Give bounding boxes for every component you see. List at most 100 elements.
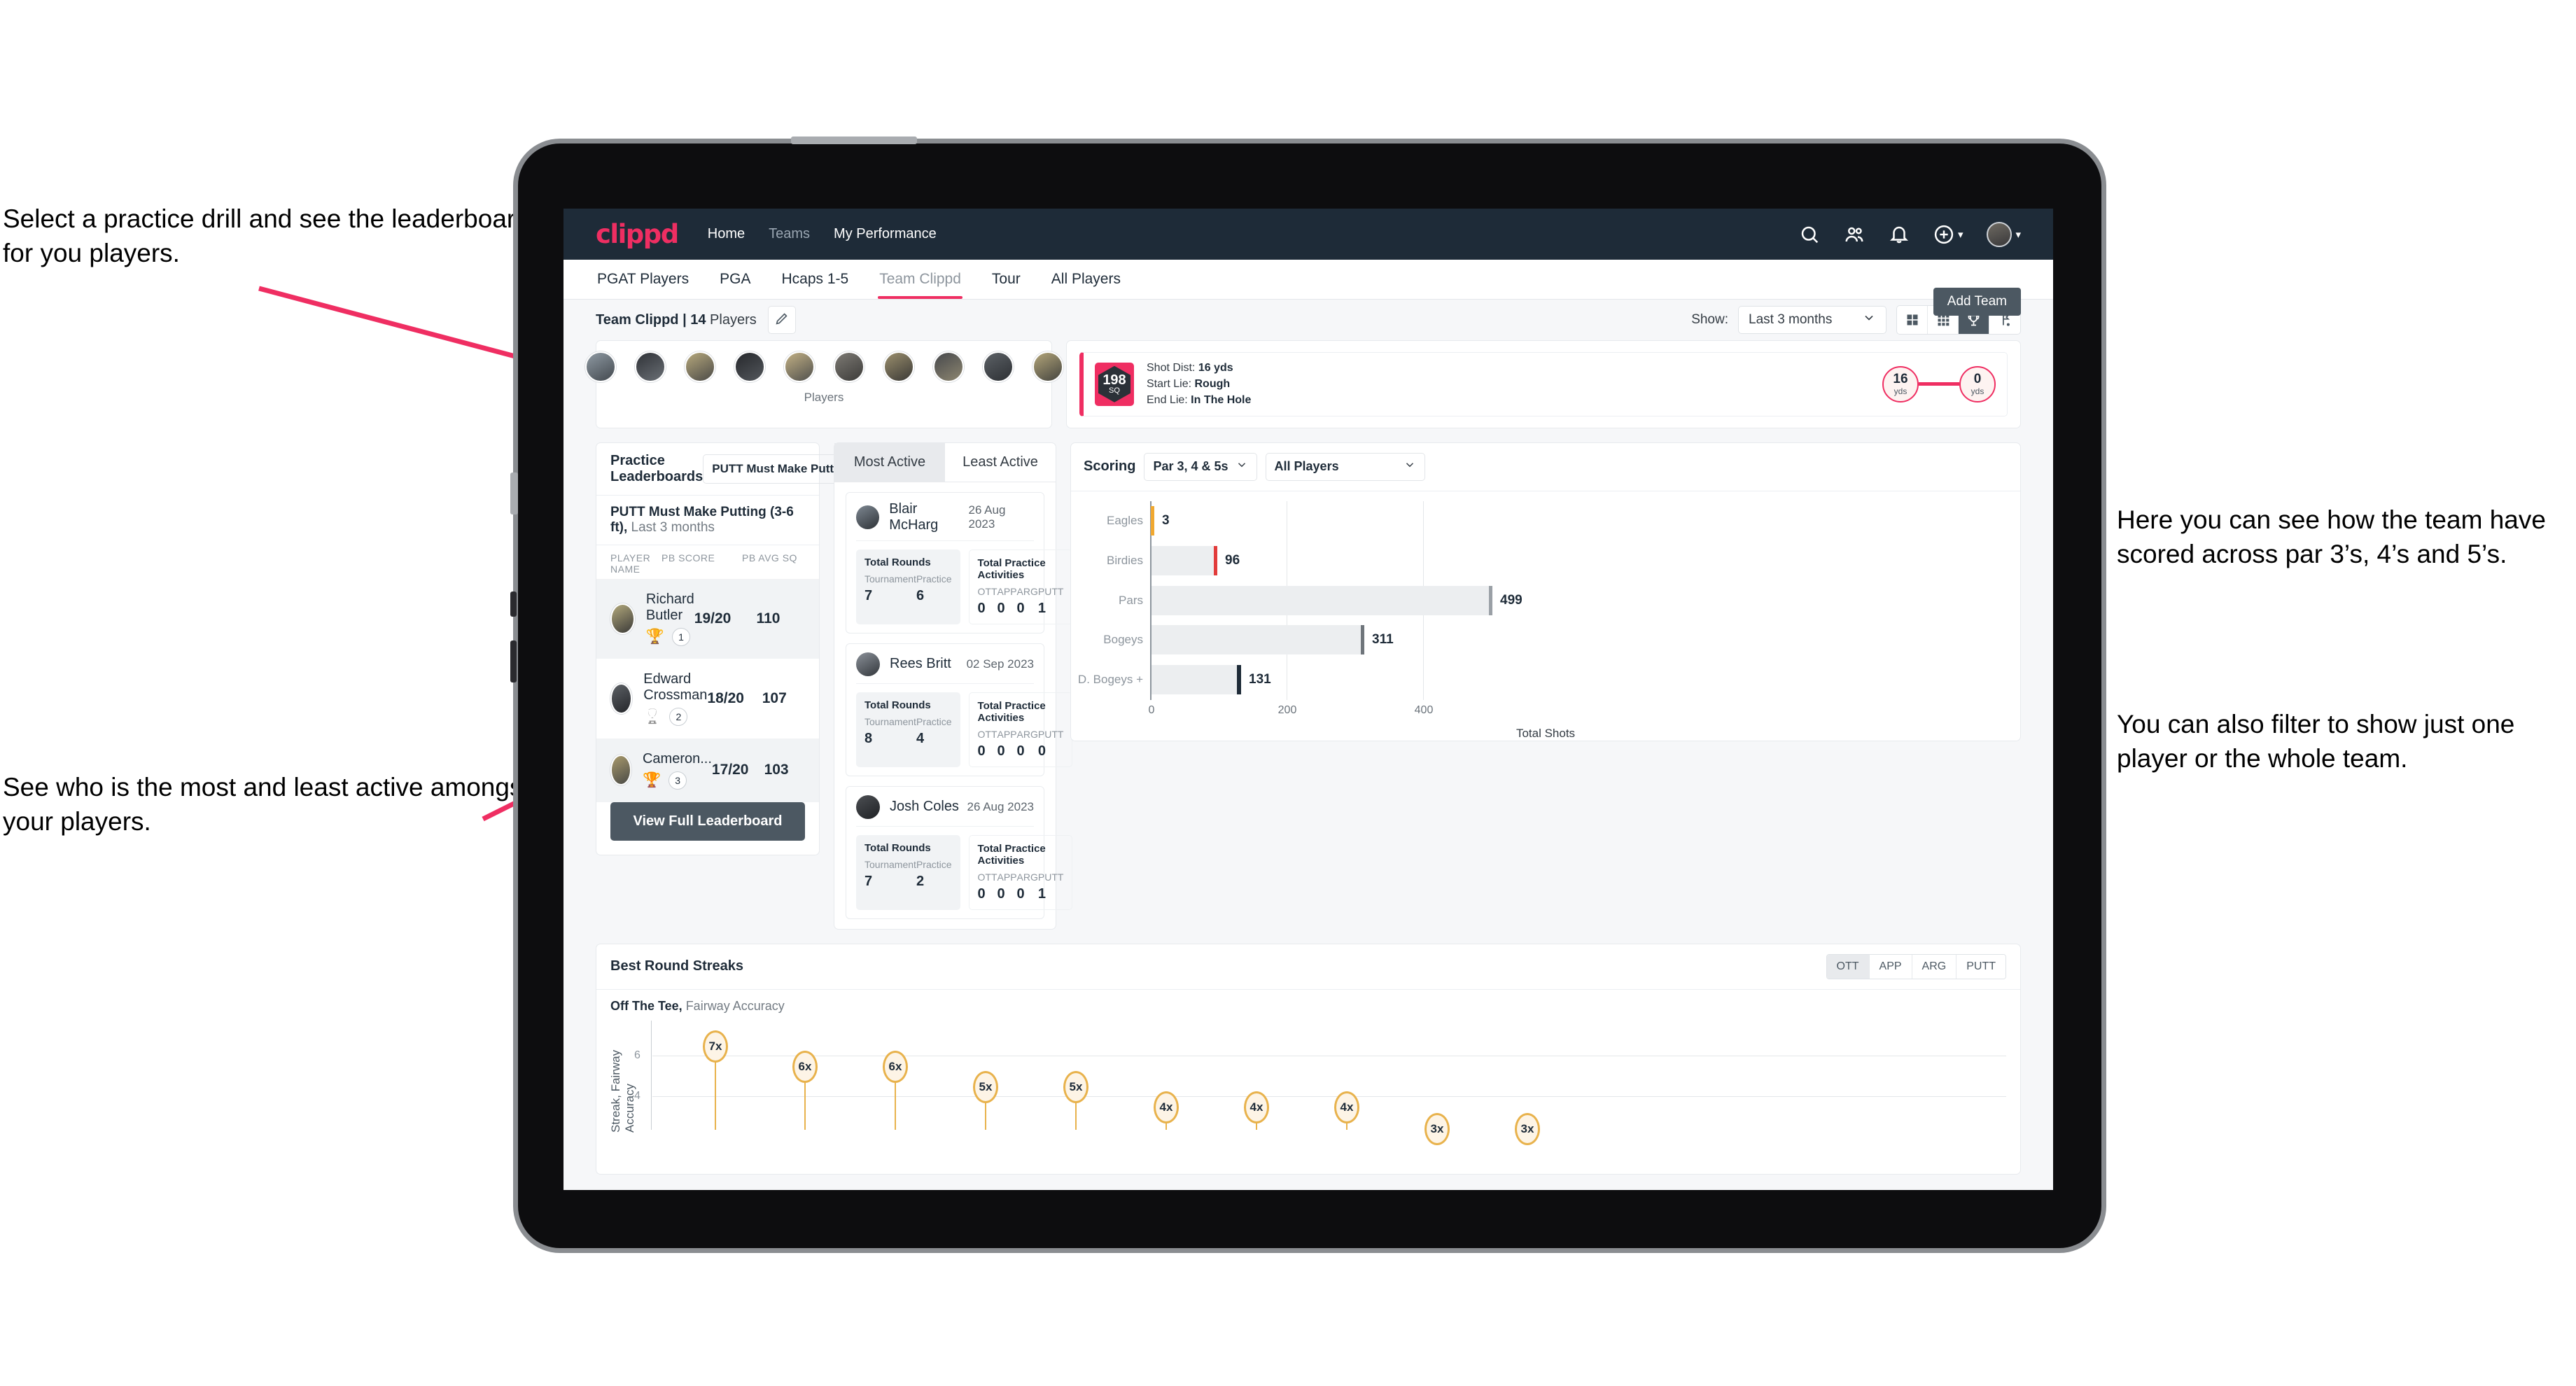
shot-row[interactable]: 198 SQ Shot Dist: 16 yds Start Lie: Roug… bbox=[1079, 352, 2008, 416]
trophy-icon: 🏆 bbox=[643, 708, 662, 725]
bell-icon[interactable] bbox=[1889, 224, 1910, 245]
players-avatars bbox=[584, 351, 1063, 382]
player-badges: 🏆 1 bbox=[645, 627, 694, 646]
clippd-logo[interactable]: clippd bbox=[596, 219, 679, 249]
profile-menu[interactable]: ▾ bbox=[1987, 221, 2021, 247]
tab-all-players[interactable]: All Players bbox=[1050, 260, 1122, 299]
player-avatar[interactable] bbox=[684, 351, 715, 382]
tab-team-clippd[interactable]: Team Clippd bbox=[878, 260, 962, 299]
practice-stat: Practice 2 bbox=[916, 859, 952, 890]
avatar[interactable] bbox=[1987, 221, 2012, 247]
table-row[interactable]: Cameron... 🏆 3 17/20 103 bbox=[596, 738, 819, 802]
stat-key: OTT bbox=[977, 728, 997, 740]
stat-value: 0 bbox=[1037, 743, 1046, 759]
stat-key: PUTT bbox=[1037, 585, 1064, 597]
player-avatar[interactable] bbox=[584, 351, 616, 382]
bar-label: Eagles bbox=[1107, 513, 1143, 527]
stat-key: OTT bbox=[977, 585, 997, 597]
tab-pgat-players[interactable]: PGAT Players bbox=[596, 260, 690, 299]
trophy-icon: 🏆 bbox=[645, 629, 665, 645]
tab-pga[interactable]: PGA bbox=[718, 260, 752, 299]
nav-home[interactable]: Home bbox=[708, 226, 745, 242]
leaderboard-player-cell: Edward Crossman 🏆 2 bbox=[643, 671, 707, 726]
ott-stat: OTT 0 bbox=[978, 872, 997, 902]
player-filter-select[interactable]: All Players bbox=[1265, 452, 1425, 481]
activity-date: 02 Sep 2023 bbox=[966, 657, 1034, 671]
player-avatar[interactable] bbox=[833, 351, 864, 382]
start-lie-value: Rough bbox=[1194, 378, 1231, 391]
practice-activities-title: Total Practice Activities bbox=[977, 842, 1046, 867]
player-avatar[interactable] bbox=[634, 351, 666, 382]
plus-circle-icon[interactable] bbox=[1933, 224, 1954, 245]
tab-least-active[interactable]: Least Active bbox=[945, 443, 1056, 482]
pb-score: 18/20 bbox=[707, 690, 744, 706]
tablet-top-button bbox=[791, 136, 917, 144]
player-avatar[interactable] bbox=[883, 351, 914, 382]
avatar bbox=[610, 755, 631, 786]
arg-stat: ARG 0 bbox=[1017, 586, 1038, 617]
player-name: Josh Coles bbox=[890, 799, 959, 815]
segment-arg[interactable]: ARG bbox=[1912, 954, 1957, 979]
total-rounds-box: Total Rounds Tournament 7 Practice 2 bbox=[856, 834, 960, 910]
player-avatar[interactable] bbox=[982, 351, 1014, 382]
bar-label: Bogeys bbox=[1103, 633, 1143, 647]
stat-value: 0 bbox=[977, 886, 986, 902]
bar-value: 499 bbox=[1500, 592, 1522, 608]
list-item[interactable]: Blair McHarg 26 Aug 2023 Total Rounds To… bbox=[846, 491, 1073, 634]
tab-tour[interactable]: Tour bbox=[990, 260, 1022, 299]
par-filter-select[interactable]: Par 3, 4 & 5s bbox=[1144, 452, 1257, 481]
add-menu[interactable]: ▾ bbox=[1933, 224, 1963, 245]
add-team-button[interactable]: Add Team bbox=[1933, 288, 2021, 316]
bar bbox=[1152, 625, 1364, 655]
tab-most-active[interactable]: Most Active bbox=[834, 442, 945, 482]
segment-ott[interactable]: OTT bbox=[1826, 954, 1870, 979]
stat-key: OTT bbox=[977, 871, 997, 883]
streaks-y-axis bbox=[651, 1020, 652, 1130]
pencil-icon bbox=[774, 311, 790, 330]
tab-hcaps-1-5[interactable]: Hcaps 1-5 bbox=[780, 260, 850, 299]
player-avatar[interactable] bbox=[932, 351, 964, 382]
pb-avg-sq: 110 bbox=[756, 610, 780, 626]
nav-my-performance[interactable]: My Performance bbox=[834, 226, 937, 242]
stat-key: APP bbox=[997, 871, 1017, 883]
end-lie-key: End Lie: bbox=[1147, 394, 1188, 407]
streak-bubble: 3x bbox=[1424, 1112, 1450, 1145]
search-icon[interactable] bbox=[1799, 224, 1820, 245]
edit-team-button[interactable] bbox=[767, 306, 796, 334]
list-item[interactable]: Rees Britt 02 Sep 2023 Total Rounds Tour… bbox=[846, 643, 1073, 776]
activity-date: 26 Aug 2023 bbox=[967, 799, 1034, 813]
streaks-title: Best Round Streaks bbox=[610, 958, 744, 974]
streak-bubble: 6x bbox=[883, 1050, 908, 1083]
chart-bars: Eagles 3 Birdies 96 Pars 499 Bogeys 311 … bbox=[1078, 501, 2003, 700]
grid-large-icon[interactable] bbox=[1897, 306, 1928, 334]
bar-cap bbox=[1237, 665, 1241, 695]
par-filter-value: Par 3, 4 & 5s bbox=[1153, 459, 1228, 474]
segment-putt[interactable]: PUTT bbox=[1956, 954, 2005, 979]
streak-stem bbox=[804, 1075, 806, 1130]
annotation-filter: You can also filter to show just one pla… bbox=[2117, 710, 2515, 774]
nav-teams[interactable]: Teams bbox=[769, 226, 810, 242]
chart-x-label: Total Shots bbox=[1516, 726, 1576, 740]
player-avatar[interactable] bbox=[1032, 351, 1063, 382]
stat-key: PUTT bbox=[1037, 728, 1064, 740]
show-period-select[interactable]: Last 3 months bbox=[1738, 306, 1886, 334]
distance-connector bbox=[1919, 382, 1959, 386]
top-row: Players 198 SQ Shot Dist: 16 yds Start L… bbox=[584, 340, 2021, 428]
table-row[interactable]: Edward Crossman 🏆 2 18/20 107 bbox=[596, 659, 819, 738]
app-stat: APP 0 bbox=[997, 729, 1017, 760]
segment-app[interactable]: APP bbox=[1869, 954, 1912, 979]
streaks-metric-switch[interactable]: OTT APP ARG PUTT bbox=[1826, 953, 2006, 979]
streaks-sub-rest: Fairway Accuracy bbox=[682, 998, 785, 1013]
player-avatar[interactable] bbox=[783, 351, 815, 382]
list-item[interactable]: Josh Coles 26 Aug 2023 Total Rounds Tour… bbox=[846, 785, 1073, 919]
stat-value: 0 bbox=[977, 600, 986, 616]
shot-dist-value: 16 yds bbox=[1198, 362, 1233, 374]
chevron-down-icon: ▾ bbox=[2015, 228, 2021, 241]
players-strip-card: Players bbox=[584, 340, 1063, 428]
activity-card-body: Total Rounds Tournament 7 Practice 6 Total… bbox=[856, 549, 1073, 624]
view-full-leaderboard-button[interactable]: View Full Leaderboard bbox=[610, 802, 805, 841]
tournament-stat: Tournament 8 bbox=[864, 716, 916, 747]
table-row[interactable]: Richard Butler 🏆 1 19/20 110 bbox=[596, 578, 819, 659]
people-icon[interactable] bbox=[1844, 224, 1865, 245]
player-avatar[interactable] bbox=[734, 351, 765, 382]
